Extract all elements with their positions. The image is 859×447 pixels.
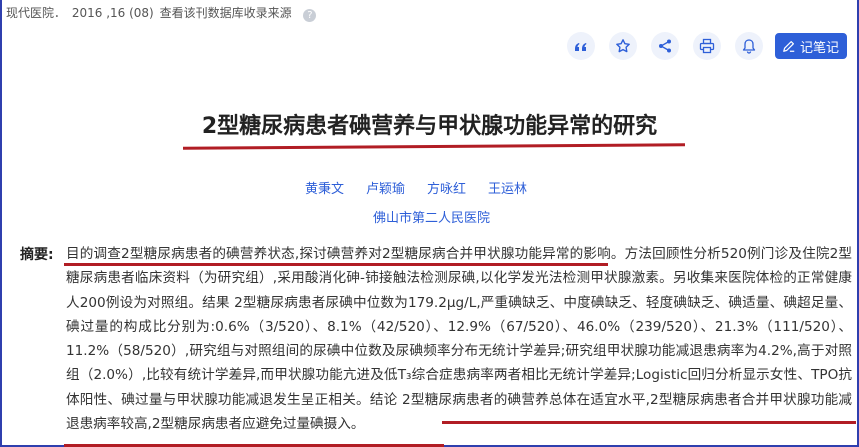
help-icon[interactable]: ? — [303, 9, 317, 22]
star-icon[interactable] — [609, 32, 637, 60]
objective-underline-annotation — [64, 263, 608, 266]
abstract-text: 目的调查2型糖尿病患者的碘营养状态,探讨碘营养对2型糖尿病合并甲状腺功能异常的影… — [66, 246, 852, 433]
issue-info: 2016 ,16 (08) — [71, 6, 154, 20]
author-link[interactable]: 方咏红 — [427, 178, 466, 197]
share-icon[interactable] — [651, 32, 679, 60]
organization-link[interactable]: 佛山市第二人民医院 — [0, 207, 859, 226]
database-source-link[interactable]: 查看该刊数据库收录来源 — [160, 6, 292, 20]
author-link[interactable]: 卢颖瑜 — [366, 178, 405, 197]
print-icon[interactable] — [693, 32, 721, 60]
article-toolbar: 记笔记 — [567, 32, 848, 60]
source-line: 现代医院． 2016 ,16 (08) 查看该刊数据库收录来源 ? — [6, 4, 318, 22]
abstract-label: 摘要: — [20, 247, 54, 263]
pencil-icon — [783, 41, 795, 52]
article-title: 2型糖尿病患者碘营养与甲状腺功能异常的研究 — [201, 114, 658, 139]
take-note-label: 记笔记 — [800, 40, 840, 56]
author-link[interactable]: 王运林 — [488, 178, 527, 197]
quote-icon[interactable] — [567, 32, 595, 60]
bell-icon[interactable] — [735, 32, 763, 60]
journal-name[interactable]: 现代医院． — [6, 6, 66, 20]
author-list: 黄秉文 卢颖瑜 方咏红 王运林 — [305, 178, 549, 197]
take-note-button[interactable]: 记笔记 — [775, 33, 848, 59]
author-link[interactable]: 黄秉文 — [305, 178, 344, 197]
conclusion-underline-annotation — [442, 421, 856, 424]
